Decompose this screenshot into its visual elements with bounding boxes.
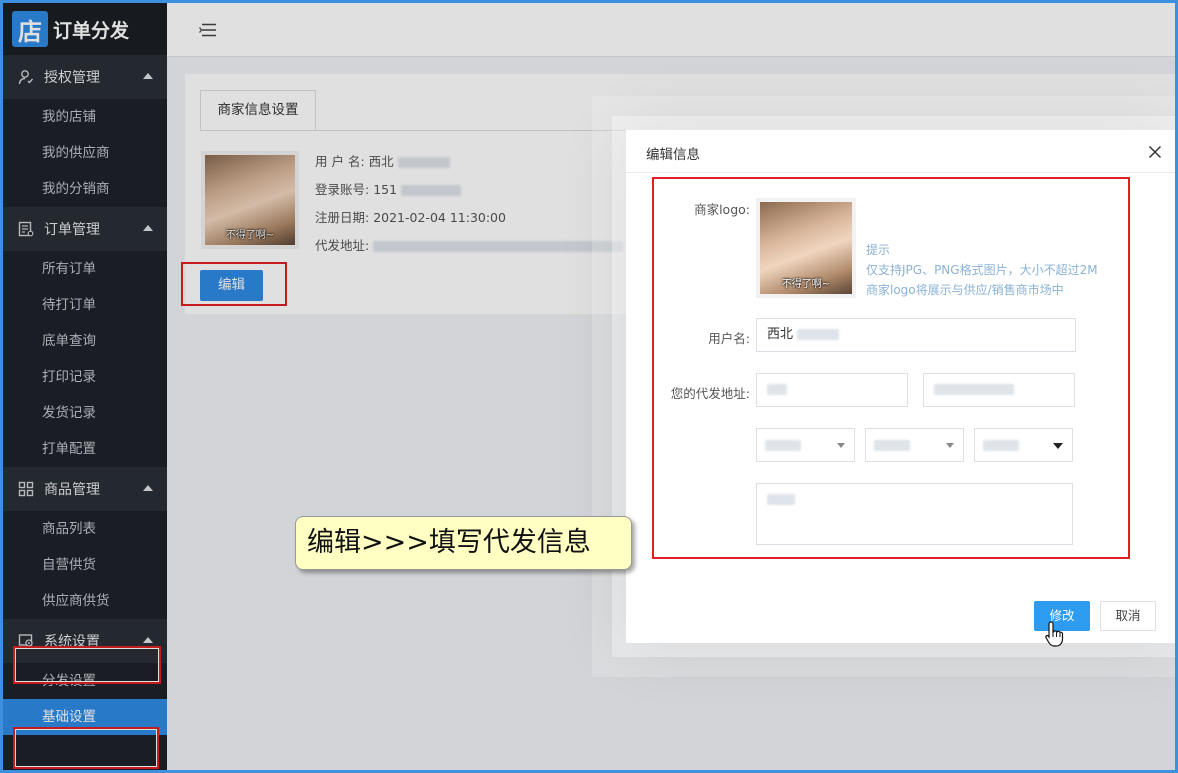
redacted-text — [767, 384, 787, 395]
app-window: 店 订单分发 授权管理 我的店铺 我的供应商 我的分销商 订单管理 所有订单 待… — [0, 0, 1178, 773]
chevron-down-icon — [946, 443, 954, 448]
hint-format: 仅支持JPG、PNG格式图片，大小不超过2M — [866, 263, 1098, 277]
redacted-text — [983, 440, 1019, 451]
chevron-down-icon — [837, 443, 845, 448]
detail-address-textarea[interactable] — [756, 483, 1073, 545]
province-select[interactable] — [756, 428, 855, 462]
redacted-text — [797, 329, 840, 340]
instruction-callout: 编辑>>>填写代发信息 — [295, 516, 632, 570]
district-select[interactable] — [974, 428, 1073, 462]
dialog-title: 编辑信息 — [646, 147, 700, 163]
redacted-text — [767, 494, 795, 505]
logo-upload[interactable]: 不得了啊~ — [756, 198, 856, 298]
dialog-divider — [626, 172, 1175, 173]
chevron-down-icon — [1053, 443, 1063, 449]
edit-info-dialog: 编辑信息 商家logo: 不得了啊~ 提示 仅支持JPG、PNG格式图片，大小不… — [626, 130, 1175, 647]
contact-phone-input[interactable] — [923, 373, 1075, 407]
redacted-text — [765, 440, 801, 451]
redacted-text — [934, 384, 1014, 395]
address-label: 您的代发地址: — [670, 386, 750, 401]
hint-usage: 商家logo将展示与供应/销售商市场中 — [866, 283, 1064, 297]
hand-cursor-icon — [1044, 620, 1066, 648]
contact-name-input[interactable] — [756, 373, 908, 407]
city-select[interactable] — [865, 428, 964, 462]
close-icon[interactable] — [1148, 140, 1162, 164]
username-input[interactable]: 西北 — [756, 318, 1076, 352]
avatar-caption: 不得了啊~ — [781, 279, 831, 290]
hint-title: 提示 — [866, 243, 891, 257]
cancel-button[interactable]: 取消 — [1100, 601, 1156, 631]
logo-label: 商家logo: — [694, 202, 750, 217]
username-label: 用户名: — [708, 331, 750, 346]
redacted-text — [874, 440, 910, 451]
logo-image: 不得了啊~ — [760, 202, 852, 294]
